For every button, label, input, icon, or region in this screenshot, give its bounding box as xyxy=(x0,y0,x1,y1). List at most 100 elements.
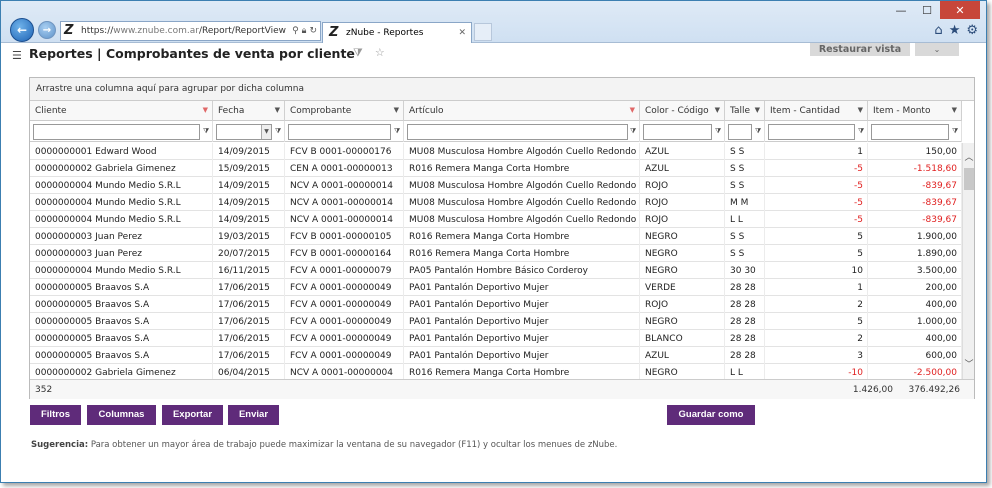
vertical-scrollbar[interactable]: ︿ ﹀ xyxy=(962,143,974,380)
scroll-thumb[interactable] xyxy=(964,168,974,190)
filter-funnel-icon[interactable]: ⧩ xyxy=(394,127,400,136)
table-row[interactable]: 0000000001 Edward Wood 14/09/2015 FCV B 00… xyxy=(30,143,962,160)
tab-close-icon[interactable]: ✕ xyxy=(458,28,466,38)
tab-znube-reportes[interactable]: Z zNube - Reportes ✕ xyxy=(322,22,472,43)
scroll-up-icon[interactable]: ︿ xyxy=(963,152,975,164)
filter-funnel-icon[interactable]: ⧩ xyxy=(275,127,281,136)
date-dropdown-icon[interactable]: ▼ xyxy=(261,125,271,139)
exportar-button[interactable]: Exportar xyxy=(162,405,223,425)
cell-comprobante: NCV A 0001-00000014 xyxy=(285,194,404,211)
browser-window: — ☐ ✕ ← → Z https://www.znube.com.ar/Rep… xyxy=(0,0,987,483)
filter-funnel-icon[interactable]: ⧩ xyxy=(755,127,761,136)
filter-input-talle[interactable] xyxy=(728,124,752,140)
filter-funnel-icon[interactable]: ⧩ xyxy=(952,127,958,136)
restore-view-button[interactable]: Restaurar vista xyxy=(810,43,910,56)
guardar-como-button[interactable]: Guardar como xyxy=(667,405,755,425)
filter-funnel-icon[interactable]: ⧩ xyxy=(715,127,721,136)
hamburger-menu-icon[interactable]: ☰ xyxy=(12,49,22,62)
cell-talle: S S xyxy=(725,143,765,160)
table-row[interactable]: 0000000004 Mundo Medio S.R.L 14/09/2015 NC… xyxy=(30,177,962,194)
filter-cell-monto: ⧩ xyxy=(868,121,962,142)
cell-color: AZUL xyxy=(640,143,725,160)
filter-cell-cantidad: ⧩ xyxy=(765,121,868,142)
group-by-panel[interactable]: Arrastre una columna aquí para agrupar p… xyxy=(30,78,974,101)
refresh-icon[interactable]: ↻ xyxy=(309,26,317,36)
cell-cantidad: 5 xyxy=(765,313,868,330)
back-arrow-icon[interactable]: ← xyxy=(10,18,34,42)
column-header-articulo[interactable]: Artículo ▼ xyxy=(404,101,640,121)
cell-monto: 400,00 xyxy=(868,296,962,313)
column-header-comprobante[interactable]: Comprobante ▼ xyxy=(285,101,404,121)
column-header-talle[interactable]: Talle ▼ xyxy=(725,101,765,121)
column-header-color[interactable]: Color - Código ▼ xyxy=(640,101,725,121)
close-window-button[interactable]: ✕ xyxy=(940,1,980,19)
sort-icon[interactable]: ▼ xyxy=(630,106,635,114)
column-header-fecha[interactable]: Fecha ▼ xyxy=(213,101,285,121)
new-tab-button[interactable] xyxy=(474,23,492,41)
search-icon[interactable]: ⚲ xyxy=(292,26,299,36)
filter-icon[interactable]: ▼ xyxy=(952,106,957,114)
enviar-button[interactable]: Enviar xyxy=(228,405,279,425)
filter-input-color[interactable] xyxy=(643,124,712,140)
scroll-down-icon[interactable]: ﹀ xyxy=(963,359,975,371)
favorite-star-icon[interactable]: ☆ xyxy=(375,46,385,60)
cell-color: ROJO xyxy=(640,211,725,228)
table-row[interactable]: 0000000005 Braavos S.A 17/06/2015 FCV A 00… xyxy=(30,313,962,330)
column-header-cliente[interactable]: Cliente ▼ xyxy=(30,101,213,121)
table-row[interactable]: 0000000005 Braavos S.A 17/06/2015 FCV A 00… xyxy=(30,347,962,364)
cell-monto: 1.900,00 xyxy=(868,228,962,245)
table-row[interactable]: 0000000004 Mundo Medio S.R.L 14/09/2015 NC… xyxy=(30,211,962,228)
column-header-cantidad[interactable]: Item - Cantidad ▼ xyxy=(765,101,868,121)
cell-monto: 200,00 xyxy=(868,279,962,296)
cell-cantidad: 1 xyxy=(765,279,868,296)
home-icon[interactable]: ⌂ xyxy=(934,23,942,38)
address-bar[interactable]: Z https://www.znube.com.ar/Report/Report… xyxy=(60,21,321,41)
filter-input-cliente[interactable] xyxy=(33,124,200,140)
grid-footer-row: 352 1.426,00 376.492,26 xyxy=(30,379,974,399)
filter-input-comprobante[interactable] xyxy=(288,124,391,140)
filter-funnel-icon[interactable]: ⧩ xyxy=(630,127,636,136)
table-row[interactable]: 0000000005 Braavos S.A 17/06/2015 FCV A 00… xyxy=(30,296,962,313)
sort-icon[interactable]: ▼ xyxy=(203,106,208,114)
cell-articulo: PA01 Pantalón Deportivo Mujer xyxy=(404,330,640,347)
filter-input-cantidad[interactable] xyxy=(768,124,855,140)
filter-input-fecha[interactable]: ▼ xyxy=(216,124,272,140)
table-row[interactable]: 0000000004 Mundo Medio S.R.L 16/11/2015 FC… xyxy=(30,262,962,279)
grid-header-row: Cliente ▼ Fecha ▼ Comprobante ▼ Artículo ▼ C… xyxy=(30,101,962,121)
cell-articulo: PA05 Pantalón Hombre Básico Corderoy xyxy=(404,262,640,279)
filtros-button[interactable]: Filtros xyxy=(30,405,81,425)
table-row[interactable]: 0000000004 Mundo Medio S.R.L 14/09/2015 NC… xyxy=(30,194,962,211)
filter-cell-comprobante: ⧩ xyxy=(285,121,404,142)
filter-input-monto[interactable] xyxy=(871,124,949,140)
filter-icon[interactable]: ▼ xyxy=(394,106,399,114)
table-row[interactable]: 0000000003 Juan Perez 19/03/2015 FCV B 000… xyxy=(30,228,962,245)
columnas-button[interactable]: Columnas xyxy=(87,405,156,425)
forward-arrow-icon[interactable]: → xyxy=(38,21,56,39)
table-row[interactable]: 0000000002 Gabriela Gimenez 15/09/2015 CEN… xyxy=(30,160,962,177)
table-row[interactable]: 0000000005 Braavos S.A 17/06/2015 FCV A 00… xyxy=(30,330,962,347)
cell-cantidad: 5 xyxy=(765,245,868,262)
filter-icon[interactable]: ▼ xyxy=(755,106,760,114)
favorites-star-icon[interactable]: ★ xyxy=(949,23,961,38)
cell-cliente: 0000000005 Braavos S.A xyxy=(30,347,213,364)
column-header-monto[interactable]: Item - Monto ▼ xyxy=(868,101,962,121)
cell-cantidad: -5 xyxy=(765,194,868,211)
filter-icon[interactable]: ▼ xyxy=(858,106,863,114)
table-row[interactable]: 0000000003 Juan Perez 20/07/2015 FCV B 000… xyxy=(30,245,962,262)
minimize-button[interactable]: — xyxy=(888,1,914,19)
filter-icon[interactable]: ▼ xyxy=(715,106,720,114)
settings-gear-icon[interactable]: ⚙ xyxy=(966,23,978,38)
hint-body: Para obtener un mayor área de trabajo pu… xyxy=(90,440,618,450)
maximize-button[interactable]: ☐ xyxy=(914,1,940,19)
filter-icon[interactable]: ▼ xyxy=(275,106,280,114)
restore-view-dropdown[interactable]: ⌄ xyxy=(915,43,959,56)
cell-articulo: MU08 Musculosa Hombre Algodón Cuello Red… xyxy=(404,177,640,194)
filter-funnel-icon[interactable]: ⧩ xyxy=(858,127,864,136)
filter-input-articulo[interactable] xyxy=(407,124,628,140)
filter-funnel-icon[interactable]: ⧩ xyxy=(353,46,363,60)
cell-cantidad: 10 xyxy=(765,262,868,279)
table-row[interactable]: 0000000005 Braavos S.A 17/06/2015 FCV A 00… xyxy=(30,279,962,296)
filter-funnel-icon[interactable]: ⧩ xyxy=(203,127,209,136)
cell-comprobante: FCV A 0001-00000049 xyxy=(285,330,404,347)
cell-comprobante: FCV A 0001-00000049 xyxy=(285,279,404,296)
